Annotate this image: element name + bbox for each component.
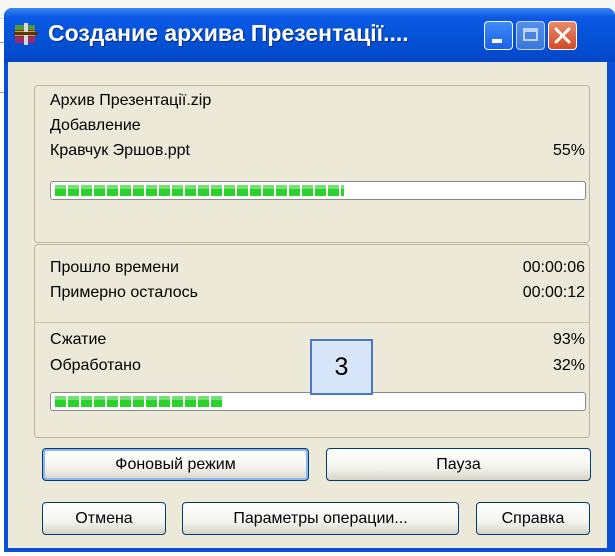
cancel-button[interactable]: Отмена xyxy=(42,502,166,535)
close-button[interactable] xyxy=(548,21,577,50)
file-progress-bar xyxy=(50,181,586,200)
background-mode-button[interactable]: Фоновый режим xyxy=(42,448,309,481)
elapsed-label: Прошло времени xyxy=(50,259,179,276)
archive-dialog: Создание архива Презентації.... Архив Пр… xyxy=(4,8,615,552)
total-progress-fill xyxy=(55,396,223,407)
compression-label: Сжатие xyxy=(50,331,107,348)
close-icon xyxy=(554,27,571,44)
action-label: Добавление xyxy=(50,117,141,134)
title-bar[interactable]: Создание архива Презентації.... xyxy=(4,8,615,62)
maximize-button[interactable] xyxy=(516,21,545,50)
file-progress-fill xyxy=(55,185,344,196)
window-title: Создание архива Презентації.... xyxy=(48,20,409,46)
processed-label: Обработано xyxy=(50,357,141,374)
remaining-label: Примерно осталось xyxy=(50,284,199,301)
minimize-button[interactable] xyxy=(484,21,513,50)
remaining-value: 00:00:12 xyxy=(522,284,585,301)
compression-value: 93% xyxy=(552,331,585,348)
step-number-callout: 3 xyxy=(310,339,373,395)
current-file: Кравчук Эршов.ppt xyxy=(50,142,190,159)
pause-button[interactable]: Пауза xyxy=(326,448,591,481)
dialog-body: Архив Презентації.zip Добавление Кравчук… xyxy=(8,62,607,548)
elapsed-value: 00:00:06 xyxy=(522,259,585,276)
archive-name: Архив Презентації.zip xyxy=(50,92,212,109)
help-button[interactable]: Справка xyxy=(476,502,590,535)
processed-value: 32% xyxy=(552,357,585,374)
operation-options-button[interactable]: Параметры операции... xyxy=(182,502,459,535)
file-percent: 55% xyxy=(552,142,585,159)
winrar-icon xyxy=(14,23,38,45)
stats-separator xyxy=(34,322,590,323)
